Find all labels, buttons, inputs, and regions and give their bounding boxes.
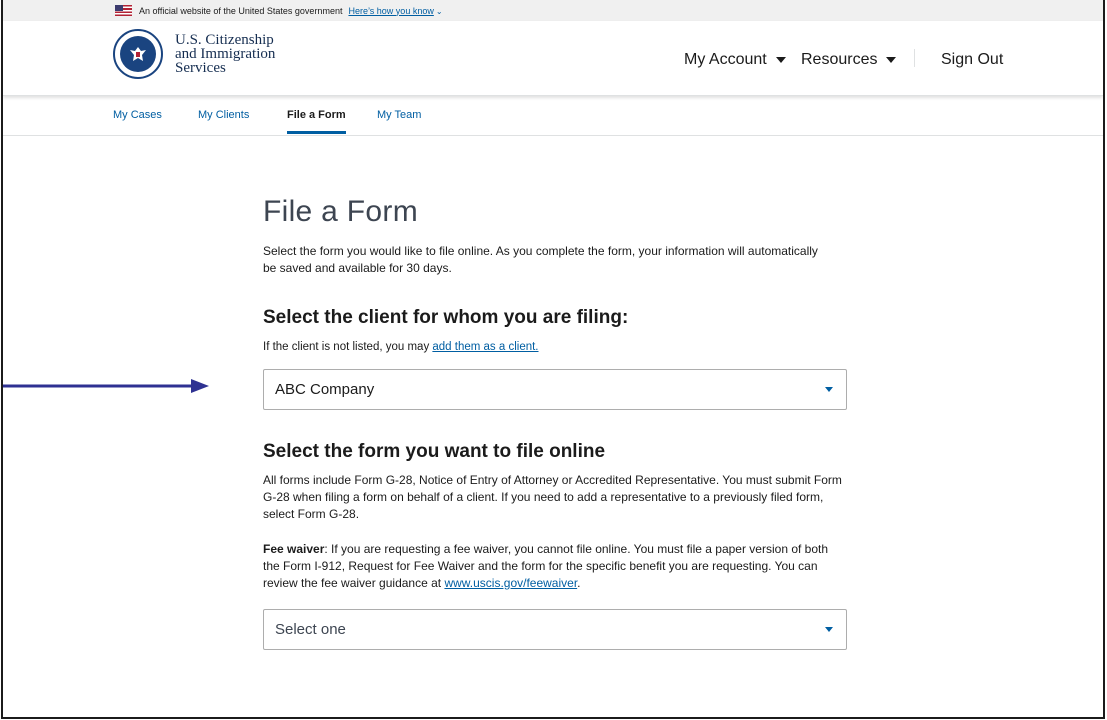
form-select-placeholder: Select one <box>275 621 346 638</box>
caret-down-icon <box>775 57 786 63</box>
client-select-value: ABC Company <box>275 381 375 398</box>
tab-bar: My Cases My Clients File a Form My Team <box>3 96 1103 136</box>
sign-out-link[interactable]: Sign Out <box>941 51 1003 69</box>
form-section-heading: Select the form you want to file online <box>263 441 606 462</box>
fee-waiver-link[interactable]: www.uscis.gov/feewaiver <box>444 576 577 590</box>
tab-my-cases[interactable]: My Cases <box>113 109 162 121</box>
resources-menu[interactable]: Resources <box>801 51 897 69</box>
caret-down-icon <box>825 627 833 632</box>
agency-name[interactable]: U.S. Citizenship and Immigration Service… <box>175 33 275 76</box>
add-client-link[interactable]: add them as a client. <box>432 341 538 353</box>
dhs-seal-icon[interactable] <box>113 29 163 79</box>
nav-divider <box>914 49 915 67</box>
fee-waiver-text: Fee waiver: If you are requesting a fee … <box>263 542 829 590</box>
heres-how-you-know-link[interactable]: Here’s how you know ⌄ <box>348 6 442 16</box>
page-frame: An official website of the United States… <box>1 0 1105 719</box>
my-account-menu[interactable]: My Account <box>684 51 786 69</box>
page-title: File a Form <box>263 195 418 228</box>
tab-file-a-form[interactable]: File a Form <box>287 109 346 134</box>
form-select[interactable]: Select one <box>263 609 847 650</box>
right-arrow-icon <box>3 379 209 393</box>
us-flag-icon <box>115 5 132 16</box>
fee-waiver-label: Fee waiver <box>263 542 325 556</box>
tab-my-clients[interactable]: My Clients <box>198 109 249 121</box>
g28-info-text: All forms include Form G-28, Notice of E… <box>263 473 842 521</box>
intro-text: Select the form you would like to file o… <box>263 244 818 275</box>
client-section-heading: Select the client for whom you are filin… <box>263 307 629 328</box>
site-header: U.S. Citizenship and Immigration Service… <box>3 21 1103 96</box>
caret-down-icon <box>886 57 897 63</box>
chevron-down-icon: ⌄ <box>435 6 443 16</box>
client-select[interactable]: ABC Company <box>263 369 847 410</box>
gov-banner-text: An official website of the United States… <box>139 5 343 16</box>
caret-down-icon <box>825 387 833 392</box>
gov-banner: An official website of the United States… <box>3 0 1103 21</box>
client-hint: If the client is not listed, you may add… <box>263 341 539 353</box>
tab-my-team[interactable]: My Team <box>377 109 421 121</box>
